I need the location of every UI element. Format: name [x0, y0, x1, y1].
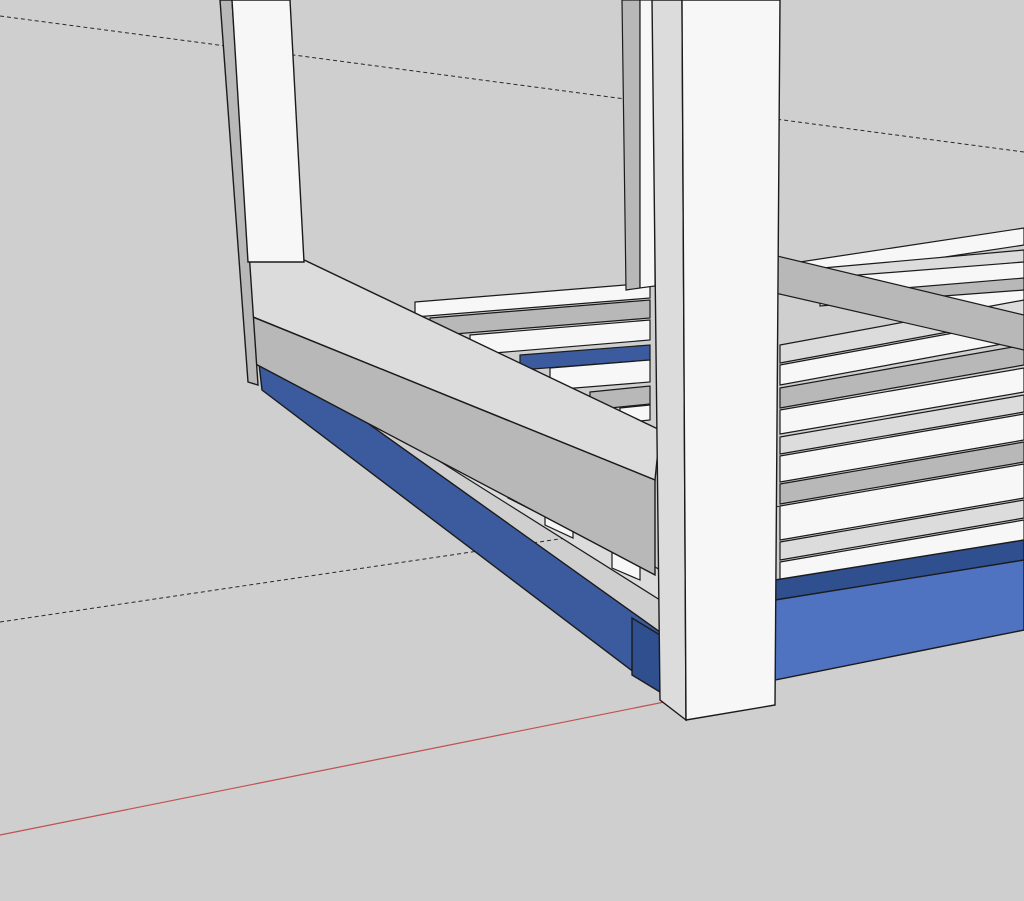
right-post[interactable]	[651, 0, 781, 722]
sketchup-3d-viewport[interactable]	[0, 0, 1024, 901]
back-post[interactable]	[621, 0, 656, 291]
model-canvas[interactable]	[0, 0, 1024, 901]
